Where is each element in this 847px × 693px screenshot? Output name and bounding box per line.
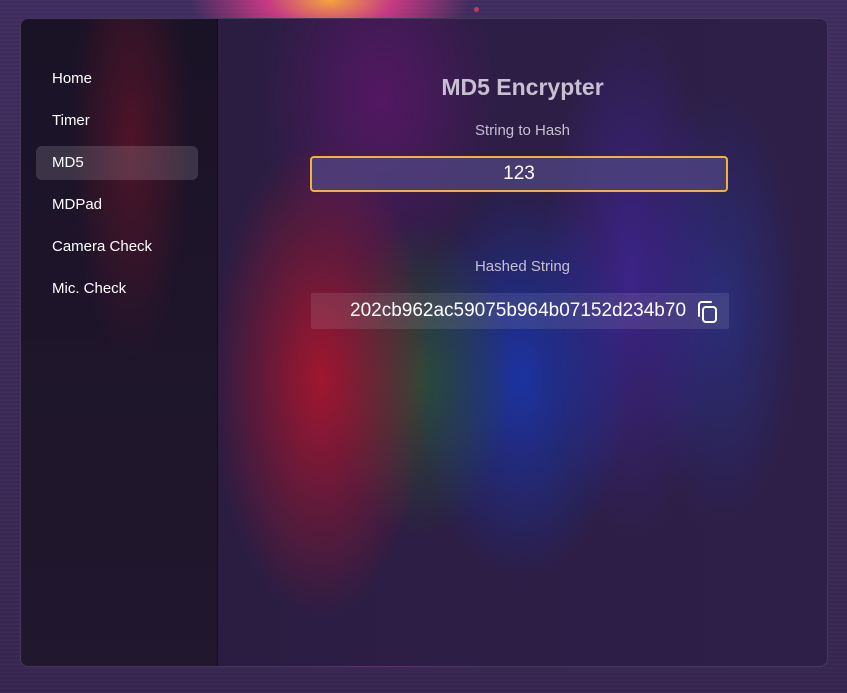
- sidebar-item-mic-check[interactable]: Mic. Check: [36, 272, 198, 306]
- sidebar-item-camera-check[interactable]: Camera Check: [36, 230, 198, 264]
- copy-icon[interactable]: [695, 299, 721, 325]
- hashed-string-value: 202cb962ac59075b964b07152d234b70: [350, 300, 687, 321]
- hashed-string-output: 202cb962ac59075b964b07152d234b70: [311, 293, 729, 329]
- sidebar-nav: Home Timer MD5 MDPad Camera Check Mic. C…: [36, 62, 198, 314]
- sidebar-item-timer[interactable]: Timer: [36, 104, 198, 138]
- hashed-string-label: Hashed String: [474, 258, 571, 275]
- string-to-hash-input[interactable]: [310, 156, 728, 192]
- wallpaper-dot: [474, 7, 479, 12]
- sidebar: Home Timer MD5 MDPad Camera Check Mic. C…: [21, 19, 218, 666]
- sidebar-item-mdpad[interactable]: MDPad: [36, 188, 198, 222]
- page-title: MD5 Encrypter: [441, 74, 604, 100]
- string-to-hash-label: String to Hash: [474, 122, 571, 139]
- sidebar-item-home[interactable]: Home: [36, 62, 198, 96]
- app-window: Home Timer MD5 MDPad Camera Check Mic. C…: [20, 18, 828, 667]
- sidebar-item-md5[interactable]: MD5: [36, 146, 198, 180]
- main-content: MD5 Encrypter String to Hash Hashed Stri…: [218, 19, 827, 666]
